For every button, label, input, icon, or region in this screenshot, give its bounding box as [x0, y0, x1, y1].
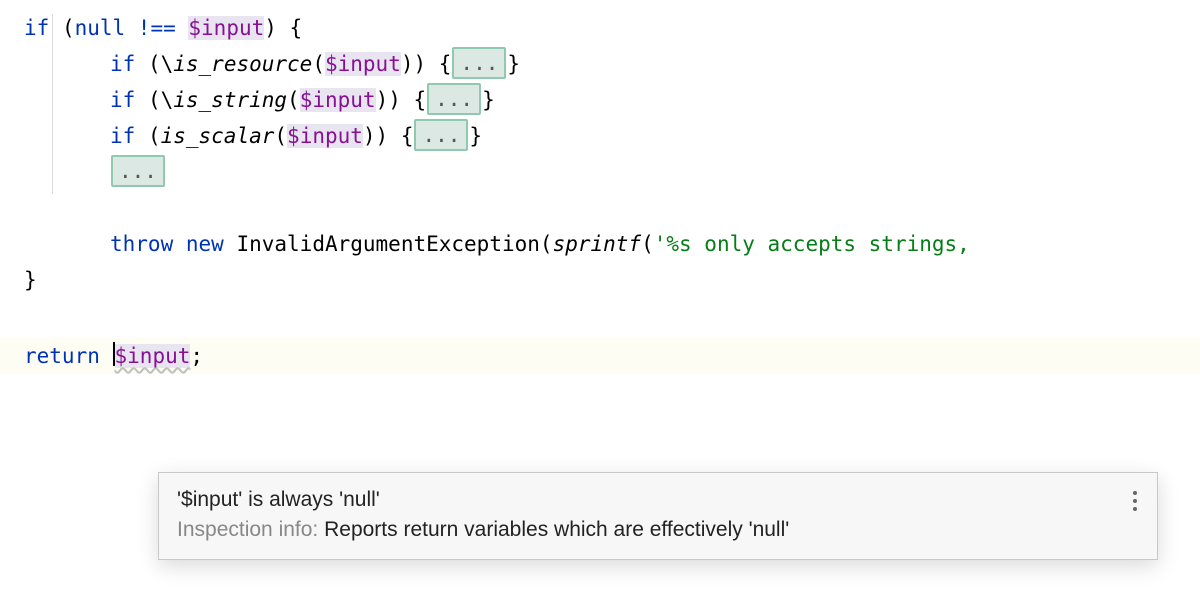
- function-is-resource: is_resource: [173, 52, 312, 76]
- function-is-string: is_string: [173, 88, 287, 112]
- text: }: [482, 88, 495, 112]
- inspection-popup: '$input' is always 'null' Inspection inf…: [158, 472, 1158, 560]
- code-editor[interactable]: if (null !== $input) { if (\is_resource(…: [0, 10, 1200, 374]
- backslash: \: [161, 52, 174, 76]
- text: (: [312, 52, 325, 76]
- keyword-if: if: [110, 88, 135, 112]
- code-line[interactable]: [0, 190, 1200, 226]
- text: )) {: [363, 124, 414, 148]
- variable-input-warning[interactable]: $input: [115, 344, 191, 368]
- text: [224, 232, 237, 256]
- inspection-info-text: Reports return variables which are effec…: [324, 518, 789, 541]
- variable-input: $input: [188, 16, 264, 40]
- text: (: [135, 124, 160, 148]
- class-name: InvalidArgumentException: [236, 232, 539, 256]
- text: ;: [190, 344, 203, 368]
- code-line[interactable]: ...: [0, 154, 1200, 190]
- keyword-new: new: [186, 232, 224, 256]
- inspection-info-label: Inspection info:: [177, 518, 324, 541]
- text: (: [135, 88, 160, 112]
- text: )) {: [401, 52, 452, 76]
- indent-guide: [52, 14, 53, 194]
- inspection-title: '$input' is always 'null': [177, 485, 1139, 515]
- text: }: [469, 124, 482, 148]
- function-sprintf: sprintf: [553, 232, 642, 256]
- text: (: [135, 52, 160, 76]
- keyword-if: if: [24, 16, 49, 40]
- code-line[interactable]: if (\is_resource($input)) {...}: [0, 46, 1200, 82]
- code-line[interactable]: }: [0, 262, 1200, 298]
- kebab-dot-icon: [1133, 491, 1137, 495]
- code-fold[interactable]: ...: [414, 119, 468, 151]
- code-line[interactable]: [0, 298, 1200, 334]
- text: ) {: [264, 16, 302, 40]
- text: }: [507, 52, 520, 76]
- keyword-throw: throw: [110, 232, 173, 256]
- code-line[interactable]: if (null !== $input) {: [0, 10, 1200, 46]
- code-line[interactable]: if (is_scalar($input)) {...}: [0, 118, 1200, 154]
- text: (: [274, 124, 287, 148]
- code-line[interactable]: throw new InvalidArgumentException(sprin…: [0, 226, 1200, 262]
- text: [173, 232, 186, 256]
- function-is-scalar: is_scalar: [161, 124, 275, 148]
- keyword-return: return: [24, 344, 100, 368]
- code-fold[interactable]: ...: [427, 83, 481, 115]
- text: (: [287, 88, 300, 112]
- code-fold[interactable]: ...: [111, 155, 165, 187]
- kebab-dot-icon: [1133, 507, 1137, 511]
- text: (: [641, 232, 654, 256]
- more-actions-button[interactable]: [1127, 485, 1143, 517]
- kebab-dot-icon: [1133, 499, 1137, 503]
- variable-input: $input: [325, 52, 401, 76]
- text: (: [49, 16, 74, 40]
- text: [100, 344, 113, 368]
- string-literal: '%s only accepts strings,: [654, 232, 970, 256]
- literal-null: null !==: [75, 16, 189, 40]
- code-line[interactable]: if (\is_string($input)) {...}: [0, 82, 1200, 118]
- return-statement-line[interactable]: return $input;: [0, 338, 1200, 374]
- keyword-if: if: [110, 52, 135, 76]
- text: }: [24, 268, 37, 292]
- keyword-if: if: [110, 124, 135, 148]
- code-fold[interactable]: ...: [452, 47, 506, 79]
- backslash: \: [161, 88, 174, 112]
- variable-input: $input: [287, 124, 363, 148]
- text: )) {: [376, 88, 427, 112]
- text: (: [540, 232, 553, 256]
- variable-input: $input: [300, 88, 376, 112]
